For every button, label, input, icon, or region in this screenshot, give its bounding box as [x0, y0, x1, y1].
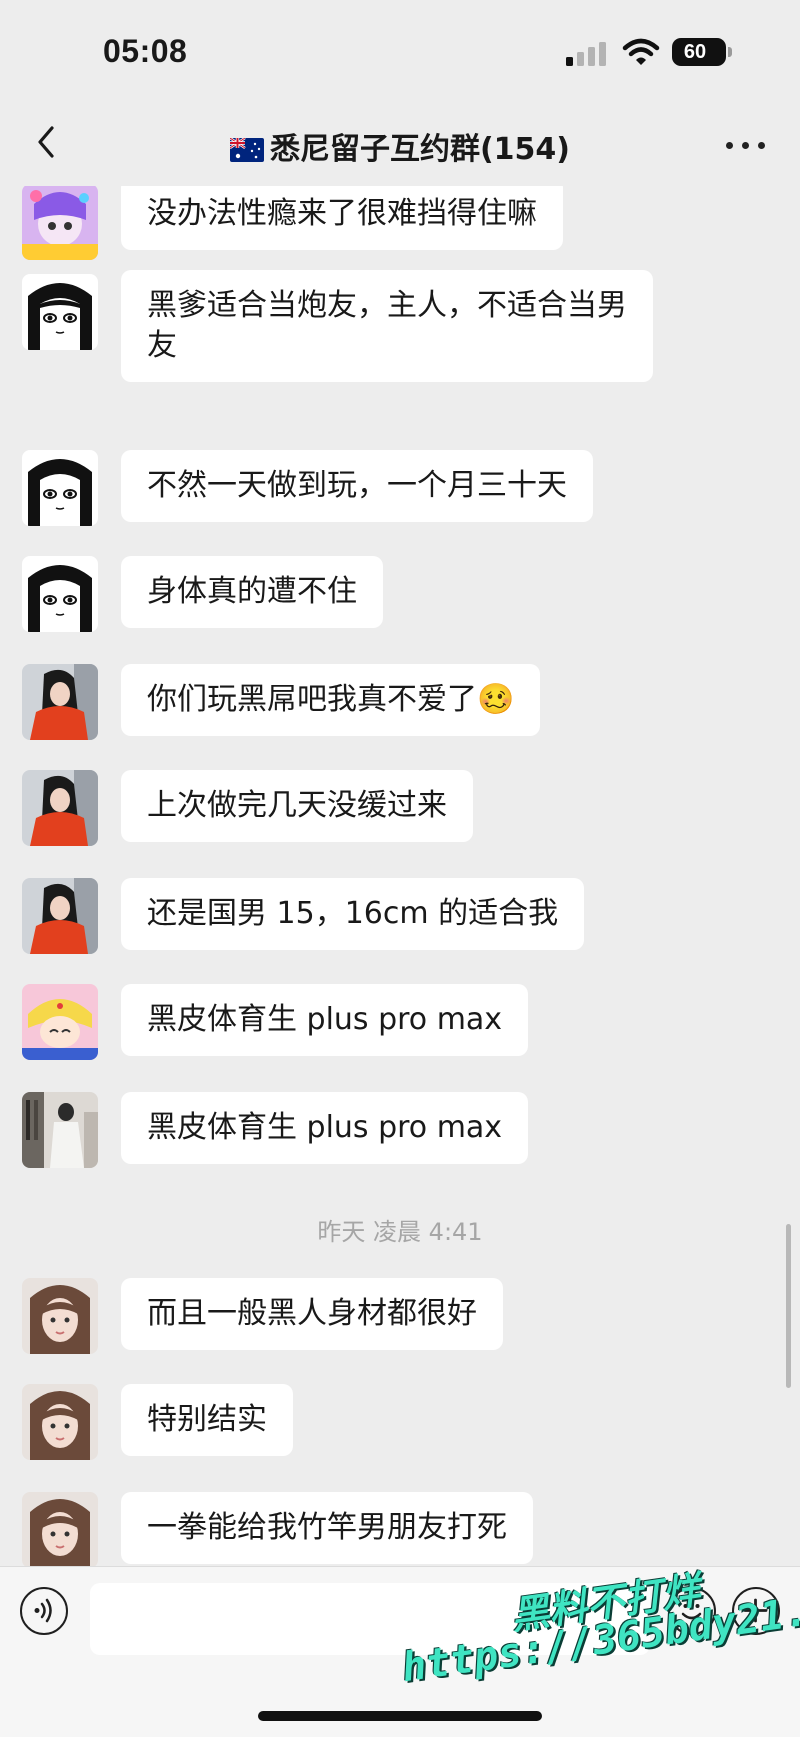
mirror-selfie-avatar[interactable]: [22, 1092, 98, 1168]
manga-girl-avatar[interactable]: [22, 450, 98, 526]
voice-input-icon[interactable]: [20, 1587, 68, 1635]
status-bar: 05:08 60: [0, 0, 800, 104]
selfie-girl-avatar[interactable]: [22, 1492, 98, 1566]
sailor-moon-avatar[interactable]: [22, 984, 98, 1060]
message-bubble[interactable]: 而且一般黑人身材都很好: [121, 1278, 503, 1350]
more-options-icon[interactable]: [726, 142, 766, 152]
manga-girl-avatar[interactable]: [22, 556, 98, 632]
anime-girl-avatar[interactable]: [22, 186, 98, 260]
red-sweater-girl-avatar[interactable]: [22, 770, 98, 846]
message-bubble[interactable]: 上次做完几天没缓过来: [121, 770, 473, 842]
message-bubble[interactable]: 一拳能给我竹竿男朋友打死: [121, 1492, 533, 1564]
message-timestamp: 昨天 凌晨 4:41: [317, 1218, 483, 1246]
red-sweater-girl-avatar[interactable]: [22, 878, 98, 954]
message-list[interactable]: 没办法性瘾来了很难挡得住嘛 黑爹适合当炮友，主人，不适合当男 友 不然一天做到玩…: [0, 186, 800, 1566]
status-time: 05:08: [103, 33, 188, 69]
battery-icon: 60: [672, 38, 726, 66]
message-bubble[interactable]: 还是国男 15，16cm 的适合我: [121, 878, 585, 950]
red-sweater-girl-avatar[interactable]: [22, 664, 98, 740]
cellular-signal-icon: [566, 42, 606, 66]
selfie-girl-avatar[interactable]: [22, 1384, 98, 1460]
chat-title: 悉尼留子互约群(154): [269, 132, 571, 167]
message-bubble[interactable]: 特别结实: [121, 1384, 293, 1456]
selfie-girl-avatar[interactable]: [22, 1278, 98, 1354]
wifi-icon: [622, 38, 660, 65]
message-bubble[interactable]: 你们玩黑屌吧我真不爱了🥴: [121, 664, 541, 736]
australia-flag-icon: [229, 138, 264, 162]
battery-cap: [728, 47, 732, 57]
message-bubble[interactable]: 没办法性瘾来了很难挡得住嘛: [121, 186, 563, 250]
manga-girl-avatar[interactable]: [22, 274, 98, 350]
scrollbar[interactable]: [786, 1224, 791, 1388]
chat-header: 悉尼留子互约群(154): [0, 104, 800, 186]
message-bubble[interactable]: 黑爹适合当炮友，主人，不适合当男 友: [121, 270, 653, 382]
home-indicator: [258, 1711, 542, 1721]
chat-title-row: 悉尼留子互约群(154): [0, 124, 800, 168]
message-bubble[interactable]: 黑皮体育生 plus pro max: [121, 984, 529, 1056]
battery-level: 60: [683, 41, 707, 63]
message-bubble[interactable]: 不然一天做到玩，一个月三十天: [121, 450, 593, 522]
message-bubble[interactable]: 身体真的遭不住: [121, 556, 383, 628]
message-bubble[interactable]: 黑皮体育生 plus pro max: [121, 1092, 529, 1164]
voice-wave-icon: [34, 1598, 52, 1623]
